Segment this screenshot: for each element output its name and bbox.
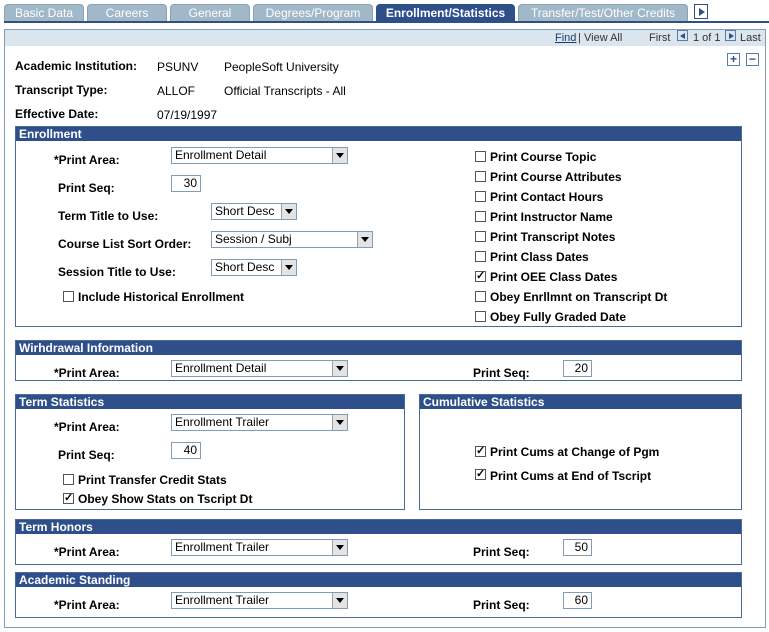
chevron-down-icon[interactable] (281, 204, 296, 219)
obey-show-stats-checkbox[interactable] (63, 491, 74, 504)
tab-scroll-right-icon[interactable] (694, 4, 708, 19)
term-honors-group: Term Honors (15, 519, 742, 565)
obey-enrllmnt-label: Obey Enrllmnt on Transcript Dt (490, 290, 668, 304)
institution-code: PSUNV (157, 60, 199, 74)
class-dates-label: Print Class Dates (490, 250, 589, 264)
obey-show-stats-label: Obey Show Stats on Tscript Dt (78, 492, 253, 506)
cumulative-statistics-header: Cumulative Statistics (420, 395, 741, 409)
course-attributes-label: Print Course Attributes (490, 170, 622, 184)
tab-underline (4, 21, 769, 23)
chevron-down-icon[interactable] (332, 540, 347, 555)
academic-standing-print-seq-input[interactable]: 60 (563, 592, 592, 609)
course-attributes-checkbox[interactable] (475, 171, 486, 182)
contact-hours-label: Print Contact Hours (490, 190, 604, 204)
cums-end-tscript-checkbox[interactable] (475, 467, 486, 480)
instructor-name-label: Print Instructor Name (490, 210, 613, 224)
chevron-down-icon[interactable] (332, 415, 347, 430)
effective-date-label: Effective Date: (15, 107, 99, 121)
academic-standing-header: Academic Standing (16, 573, 741, 587)
contact-hours-checkbox[interactable] (475, 191, 486, 202)
term-title-label: Term Title to Use: (58, 209, 159, 223)
term-honors-header: Term Honors (16, 520, 741, 534)
transcript-notes-checkbox[interactable] (475, 231, 486, 242)
chevron-down-icon[interactable] (332, 361, 347, 376)
term-honors-print-seq-input[interactable]: 50 (563, 539, 592, 556)
institution-label: Academic Institution: (15, 59, 138, 73)
withdrawal-header: Wirhdrawal Information (16, 341, 741, 355)
tab-basic-data[interactable]: Basic Data (4, 4, 84, 21)
transcript-type-label: Transcript Type: (15, 83, 108, 97)
academic-standing-group: Academic Standing (15, 572, 742, 618)
tab-transfer-test-credits[interactable]: Transfer/Test/Other Credits (518, 4, 688, 21)
enrollment-print-area-label: *Print Area: (54, 153, 120, 167)
academic-standing-print-area-label: *Print Area: (54, 598, 120, 612)
obey-graded-label: Obey Fully Graded Date (490, 310, 627, 324)
term-honors-print-area-label: *Print Area: (54, 545, 120, 559)
cums-end-tscript-label: Print Cums at End of Tscript (490, 469, 652, 483)
transcript-type-code: ALLOF (157, 84, 196, 98)
tab-careers[interactable]: Careers (87, 4, 167, 21)
historical-enrollment-label: Include Historical Enrollment (78, 290, 245, 304)
course-topic-checkbox[interactable] (475, 151, 486, 162)
withdrawal-group: Wirhdrawal Information (15, 340, 742, 381)
enrollment-print-seq-input[interactable]: 30 (171, 175, 201, 192)
oee-class-dates-label: Print OEE Class Dates (490, 270, 618, 284)
cums-change-pgm-checkbox[interactable] (475, 444, 486, 457)
tab-general[interactable]: General (170, 4, 250, 21)
obey-graded-checkbox[interactable] (475, 311, 486, 322)
instructor-name-checkbox[interactable] (475, 211, 486, 222)
chevron-down-icon[interactable] (357, 232, 372, 247)
institution-name: PeopleSoft University (224, 60, 339, 74)
withdrawal-print-seq-label: Print Seq: (473, 366, 530, 380)
historical-enrollment-checkbox[interactable] (63, 291, 74, 302)
term-stats-print-seq-label: Print Seq: (58, 448, 115, 462)
term-stats-print-seq-input[interactable]: 40 (171, 442, 201, 459)
nav-separator: | (578, 32, 581, 44)
find-link[interactable]: Find (555, 32, 576, 44)
effective-date-value: 07/19/1997 (157, 108, 218, 122)
view-all-link[interactable]: View All (584, 32, 622, 44)
term-stats-print-area-label: *Print Area: (54, 420, 120, 434)
session-title-select[interactable]: Short Desc (211, 259, 297, 276)
obey-enrllmnt-checkbox[interactable] (475, 291, 486, 302)
sort-order-select[interactable]: Session / Subj (211, 231, 373, 248)
transcript-notes-label: Print Transcript Notes (490, 230, 616, 244)
term-stats-print-area-select[interactable]: Enrollment Trailer (171, 414, 348, 431)
first-label: First (649, 32, 671, 44)
tab-degrees-program[interactable]: Degrees/Program (253, 4, 373, 21)
chevron-down-icon[interactable] (332, 148, 347, 163)
row-count: 1 of 1 (693, 32, 721, 44)
next-arrow-icon[interactable] (725, 30, 736, 41)
course-topic-label: Print Course Topic (490, 150, 597, 164)
enrollment-print-area-select[interactable]: Enrollment Detail (171, 147, 348, 164)
term-honors-print-seq-label: Print Seq: (473, 545, 530, 559)
withdrawal-print-seq-input[interactable]: 20 (563, 360, 592, 377)
enrollment-header: Enrollment (16, 127, 741, 141)
transcript-type-name: Official Transcripts - All (224, 84, 346, 98)
withdrawal-print-area-label: *Print Area: (54, 366, 120, 380)
term-honors-print-area-select[interactable]: Enrollment Trailer (171, 539, 348, 556)
enrollment-print-seq-label: Print Seq: (58, 181, 115, 195)
academic-standing-print-area-select[interactable]: Enrollment Trailer (171, 592, 348, 609)
term-title-select[interactable]: Short Desc (211, 203, 297, 220)
delete-row-icon[interactable]: − (746, 53, 759, 66)
chevron-down-icon[interactable] (281, 260, 296, 275)
session-title-label: Session Title to Use: (58, 265, 176, 279)
transfer-credit-stats-checkbox[interactable] (63, 474, 74, 485)
transfer-credit-stats-label: Print Transfer Credit Stats (78, 473, 227, 487)
prev-arrow-icon[interactable] (677, 30, 688, 41)
last-label: Last (740, 32, 761, 44)
chevron-down-icon[interactable] (332, 593, 347, 608)
academic-standing-print-seq-label: Print Seq: (473, 598, 530, 612)
class-dates-checkbox[interactable] (475, 251, 486, 262)
withdrawal-print-area-select[interactable]: Enrollment Detail (171, 360, 348, 377)
tab-enrollment-statistics[interactable]: Enrollment/Statistics (376, 4, 515, 21)
oee-class-dates-checkbox[interactable] (475, 269, 486, 282)
term-statistics-header: Term Statistics (16, 395, 404, 409)
cums-change-pgm-label: Print Cums at Change of Pgm (490, 445, 660, 459)
add-row-icon[interactable]: + (727, 53, 740, 66)
sort-order-label: Course List Sort Order: (58, 237, 192, 251)
